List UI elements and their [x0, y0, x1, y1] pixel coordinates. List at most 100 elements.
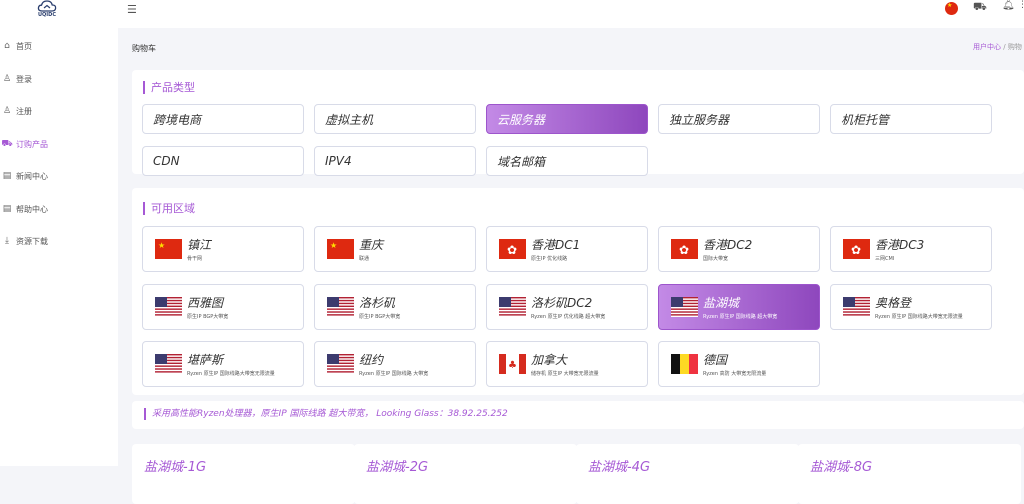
product-type-option[interactable]: 云服务器	[486, 104, 648, 134]
region-name: 堪萨斯	[187, 353, 224, 367]
hk-flag-icon: ✿	[671, 239, 698, 259]
plan-card[interactable]: 盐湖城-8G	[798, 444, 1021, 504]
region-description: 原生IP BGP大带宽	[359, 314, 401, 320]
us-flag-icon	[499, 297, 526, 317]
product-type-option[interactable]: 域名邮箱	[486, 146, 648, 176]
region-option[interactable]: ★ 重庆联通	[314, 226, 476, 272]
product-type-option[interactable]: 跨境电商	[142, 104, 304, 134]
region-name: 香港DC3	[875, 238, 925, 252]
sidebar-item-help[interactable]: ▤ 帮助中心	[0, 201, 48, 217]
region-option[interactable]: 西雅图 原生IP BGP大带宽	[142, 284, 304, 330]
sidebar-item-home[interactable]: ⌂ 首页	[0, 38, 32, 54]
sidebar-item-label: 资源下载	[16, 236, 48, 246]
hk-flag-icon: ✿	[843, 239, 870, 259]
region-option[interactable]: ✿ 香港DC3 三网CMI	[830, 226, 992, 272]
region-name: 盐湖城	[703, 296, 740, 310]
hk-flag-icon: ✿	[499, 239, 526, 259]
region-description: 骨干网	[187, 256, 203, 262]
breadcrumb-home-link[interactable]: 用户中心	[973, 43, 1001, 51]
plan-card[interactable]: 盐湖城-2G	[354, 444, 577, 504]
us-flag-icon	[671, 297, 698, 317]
page-header: 购物车 用户中心 / 购物	[118, 28, 1024, 66]
region-name: 加拿大	[531, 353, 568, 367]
sidebar-item-download[interactable]: ⤓ 资源下载	[0, 233, 48, 249]
product-type-option[interactable]: CDN	[142, 146, 304, 176]
plan-card[interactable]: 盐湖城-1G	[132, 444, 355, 504]
sidebar-item-label: 新闻中心	[16, 171, 48, 181]
region-option[interactable]: 堪萨斯 Ryzen 原生IP 国际线路大带宽无限流量	[142, 341, 304, 387]
region-description: 原生IP 优化线路	[531, 256, 568, 262]
region-description: Ryzen 原生IP 国际线路 超大带宽	[703, 314, 778, 320]
region-option[interactable]: 纽约 Ryzen 原生IP 国际线路 大带宽	[314, 341, 476, 387]
more-options-icon[interactable]: ⋮	[1018, 0, 1024, 10]
svg-text:✿: ✿	[851, 243, 861, 257]
svg-text:♣: ♣	[508, 360, 517, 371]
product-type-option[interactable]: 独立服务器	[658, 104, 820, 134]
cart-icon: ⛟	[1, 138, 13, 149]
cn-flag-icon: ★	[155, 239, 182, 259]
region-option[interactable]: ♣ 加拿大储存机 原生IP 大带宽无限流量	[486, 341, 648, 387]
region-name: 重庆	[359, 238, 384, 252]
region-option[interactable]: 盐湖城 Ryzen 原生IP 国际线路 超大带宽	[658, 284, 820, 330]
region-name: 德国	[703, 353, 728, 367]
region-name: 香港DC1	[531, 238, 581, 252]
region-option[interactable]: 洛杉矶DC2 Ryzen 原生IP 优化线路 超大带宽	[486, 284, 648, 330]
plan-card[interactable]: 盐湖城-4G	[576, 444, 799, 504]
logo-text: UQIDC	[38, 12, 56, 18]
us-flag-icon	[327, 354, 354, 374]
breadcrumb: 用户中心 / 购物	[973, 42, 1022, 52]
region-info-text: 采用高性能Ryzen处理器，原生IP 国际线路 超大带宽， Looking Gl…	[144, 408, 508, 420]
product-type-option[interactable]: 虚拟主机	[314, 104, 476, 134]
sidebar: ⌂ 首页 ♙ 登录 ♙ 注册 ⛟ 订购产品 ▤ 新闻中心 ▤ 帮助中心 ⤓ 资源下载	[0, 28, 118, 466]
region-description: Ryzen 原生IP 国际线路大带宽无限流量	[187, 371, 275, 377]
region-name: 西雅图	[187, 296, 224, 310]
region-name: 纽约	[359, 353, 384, 367]
language-flag-icon[interactable]	[945, 2, 958, 15]
cart-icon[interactable]: ⛟	[973, 0, 987, 15]
page-title: 购物车	[132, 44, 156, 53]
site-logo[interactable]: UQIDC	[29, 0, 65, 20]
region-description: Ryzen 高防 大带宽无限流量	[703, 371, 767, 377]
breadcrumb-separator: /	[1003, 43, 1006, 51]
product-type-option[interactable]: 机柜托管	[830, 104, 992, 134]
notification-bell-icon[interactable]: 🔔︎	[1002, 0, 1015, 11]
region-option[interactable]: 德国 Ryzen 高防 大带宽无限流量	[658, 341, 820, 387]
download-icon: ⤓	[5, 236, 9, 246]
home-icon: ⌂	[4, 41, 10, 51]
help-icon: ▤	[2, 204, 12, 214]
sidebar-item-label: 注册	[16, 106, 32, 116]
top-bar: UQIDC ☰ ⛟ 🔔︎ ⋮	[0, 0, 1024, 28]
region-name: 奥格登	[875, 296, 912, 310]
breadcrumb-current: 购物	[1007, 43, 1022, 51]
menu-toggle-icon[interactable]: ☰	[127, 3, 137, 16]
region-title: 可用区域	[143, 202, 195, 215]
sidebar-item-label: 订购产品	[16, 139, 48, 149]
product-type-title: 产品类型	[143, 81, 195, 94]
sidebar-item-label: 帮助中心	[16, 204, 48, 214]
main-content: 购物车 用户中心 / 购物 产品类型 跨境电商 虚拟主机 云服务器 独立服务器 机柜托管…	[118, 28, 1024, 504]
svg-text:✿: ✿	[507, 243, 517, 257]
us-flag-icon	[155, 354, 182, 374]
region-description: Ryzen 原生IP 国际线路 大带宽	[359, 371, 429, 377]
region-option[interactable]: ✿ 香港DC2 国际大带宽	[658, 226, 820, 272]
sidebar-item-user-plus[interactable]: ♙ 注册	[0, 103, 32, 119]
svg-text:★: ★	[330, 241, 337, 250]
region-description: 联通	[359, 256, 370, 262]
region-description: Ryzen 原生IP 国际线路大带宽无限流量	[875, 314, 963, 320]
user-icon: ♙	[2, 74, 12, 84]
region-name: 洛杉矶	[359, 296, 396, 310]
region-option[interactable]: ✿ 香港DC1 原生IP 优化线路	[486, 226, 648, 272]
region-description: 储存机 原生IP 大带宽无限流量	[531, 371, 599, 377]
region-option[interactable]: 奥格登 Ryzen 原生IP 国际线路大带宽无限流量	[830, 284, 992, 330]
sidebar-item-label: 首页	[16, 41, 32, 51]
sidebar-item-cart[interactable]: ⛟ 订购产品	[0, 136, 48, 152]
sidebar-item-news[interactable]: ▤ 新闻中心	[0, 168, 48, 184]
sidebar-item-user[interactable]: ♙ 登录	[0, 71, 32, 87]
region-option[interactable]: ★ 镇江 骨干网	[142, 226, 304, 272]
product-type-option[interactable]: IPV4	[314, 146, 476, 176]
region-description: Ryzen 原生IP 优化线路 超大带宽	[531, 314, 606, 320]
cn-flag-icon: ★	[327, 239, 354, 259]
region-option[interactable]: 洛杉矶原生IP BGP大带宽	[314, 284, 476, 330]
region-name: 洛杉矶DC2	[531, 296, 593, 310]
ca-flag-icon: ♣	[499, 354, 526, 374]
